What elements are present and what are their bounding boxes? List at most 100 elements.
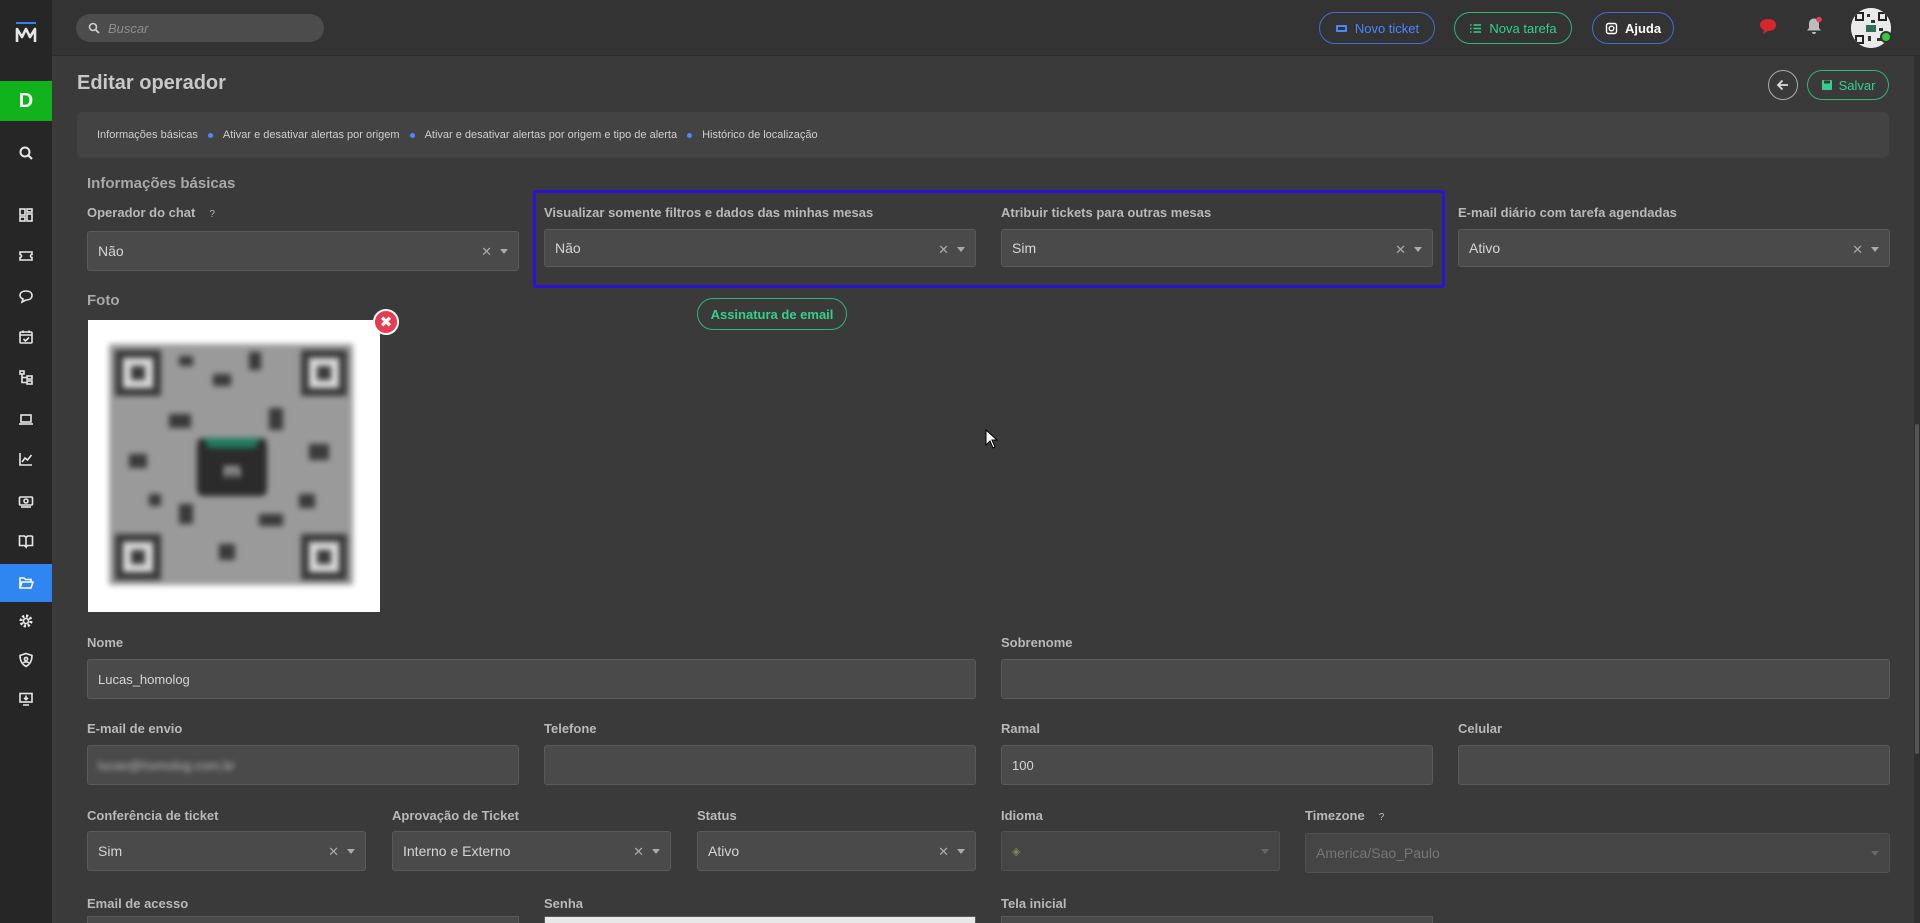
ticket-approval-value: Interno e Externo [403,843,511,859]
arrow-left-icon [1776,79,1788,91]
chat-operator-select[interactable]: Não ✕ [87,231,519,271]
clear-icon[interactable]: ✕ [1852,242,1863,258]
home-screen-label: Tela inicial [1001,896,1067,911]
daily-email-select[interactable]: Ativo ✕ [1458,229,1890,267]
ticket-check-label: Conferência de ticket [87,808,219,823]
reports-icon[interactable] [0,442,52,476]
clear-icon[interactable]: ✕ [938,844,949,860]
remote-access-icon[interactable] [0,682,52,716]
floppy-disk-icon [1821,80,1832,90]
anchor-alerts-by-origin[interactable]: Ativar e desativar alertas por origem [223,129,400,141]
task-list-icon [1470,23,1482,33]
search-input[interactable] [108,20,308,36]
photo-label: Foto [87,292,120,309]
profile-photo: m [109,344,353,585]
clear-icon[interactable]: ✕ [481,244,492,260]
new-ticket-button[interactable]: Novo ticket [1319,12,1435,44]
ticket-icon[interactable] [0,239,52,273]
help-icon [1605,22,1618,34]
anchor-basic-info[interactable]: Informações básicas [97,129,198,141]
back-button[interactable] [1768,70,1798,100]
hierarchy-icon[interactable] [0,360,52,394]
workspace-badge[interactable]: D [0,81,52,121]
section-title: Informações básicas [87,175,236,192]
chevron-down-icon[interactable] [1871,851,1879,856]
ticket-check-select[interactable]: Sim ✕ [87,831,366,871]
access-email-label: Email de acesso [87,896,189,911]
help-question-icon[interactable]: ? [209,209,215,220]
svg-text:m: m [223,460,241,482]
sidebar: D [0,0,52,923]
calendar-icon[interactable] [0,320,52,354]
knowledge-base-icon[interactable] [0,524,52,558]
billing-icon[interactable] [0,484,52,518]
password-input[interactable] [544,916,976,923]
help-question-icon[interactable]: ? [1379,812,1385,823]
chat-icon[interactable] [0,279,52,313]
extension-input[interactable]: 100 [1001,745,1433,785]
phone-input[interactable] [544,745,976,785]
chat-bubble-icon[interactable] [1758,16,1780,38]
ticket-approval-select[interactable]: Interno e Externo ✕ [392,831,671,871]
scrollbar-thumb[interactable] [1915,424,1919,754]
section-anchors: Informações básicas Ativar e desativar a… [77,112,1889,158]
password-label: Senha [544,896,584,911]
access-email-input[interactable] [87,916,519,923]
first-name-label: Nome [87,635,124,650]
phone-label: Telefone [544,721,597,736]
ticket-icon [1335,24,1347,32]
timezone-label: Timezone? [1305,808,1385,823]
security-shield-icon[interactable] [0,643,52,677]
daily-email-label: E-mail diário com tarefa agendadas [1458,205,1677,220]
separator-dot [409,132,415,138]
mobile-input[interactable] [1458,745,1890,785]
help-label: Ajuda [1624,20,1662,36]
clear-icon[interactable]: ✕ [328,844,339,860]
send-email-value: lucas@homolog.com.br [98,757,235,773]
folders-icon[interactable] [0,564,52,602]
chevron-down-icon[interactable] [1871,247,1879,252]
new-ticket-label: Novo ticket [1354,20,1420,36]
anchor-location-history[interactable]: Histórico de localização [702,129,818,141]
ticket-approval-label: Aprovação de Ticket [392,808,519,823]
save-button[interactable]: Salvar [1807,70,1889,100]
dashboard-icon[interactable] [0,198,52,232]
language-label: Idioma [1001,808,1043,823]
send-email-input[interactable]: lucas@homolog.com.br [87,745,519,785]
status-value: Ativo [708,843,740,859]
chat-operator-label: Operador do chat? [87,205,215,220]
timezone-select[interactable]: America/Sao_Paulo [1305,833,1890,873]
language-flag-icon: ◈ [1012,845,1021,858]
page-scrollbar[interactable] [1914,56,1920,923]
devices-icon[interactable] [0,402,52,436]
separator-dot [687,132,693,138]
send-email-label: E-mail de envio [87,721,183,736]
new-task-button[interactable]: Nova tarefa [1454,12,1572,44]
remove-photo-button[interactable]: ✖ [373,309,399,335]
app-logo-icon[interactable] [13,20,39,46]
chevron-down-icon[interactable] [1261,849,1269,854]
daily-email-value: Ativo [1469,240,1501,256]
separator-dot [207,132,213,138]
chevron-down-icon[interactable] [652,849,660,854]
clear-icon[interactable]: ✕ [633,844,644,860]
last-name-input[interactable] [1001,659,1890,699]
chevron-down-icon[interactable] [500,249,508,254]
first-name-input[interactable]: Lucas_homolog [87,659,976,699]
email-signature-button[interactable]: Assinatura de email [697,298,847,330]
chevron-down-icon[interactable] [957,849,965,854]
anchor-alerts-by-origin-type[interactable]: Ativar e desativar alertas por origem e … [425,129,678,141]
ticket-check-value: Sim [98,843,123,859]
search-box[interactable] [76,14,324,42]
help-button[interactable]: Ajuda [1592,12,1674,44]
sidebar-search-icon[interactable] [0,136,52,170]
new-task-label: Nova tarefa [1489,20,1557,36]
chevron-down-icon[interactable] [347,849,355,854]
status-select[interactable]: Ativo ✕ [697,831,976,871]
last-name-label: Sobrenome [1001,635,1073,650]
language-select[interactable]: ◈ [1001,831,1280,871]
settings-gear-icon[interactable] [0,604,52,638]
notification-bell-icon[interactable] [1804,16,1826,38]
home-screen-select[interactable] [1001,916,1433,923]
mobile-label: Celular [1458,721,1503,736]
